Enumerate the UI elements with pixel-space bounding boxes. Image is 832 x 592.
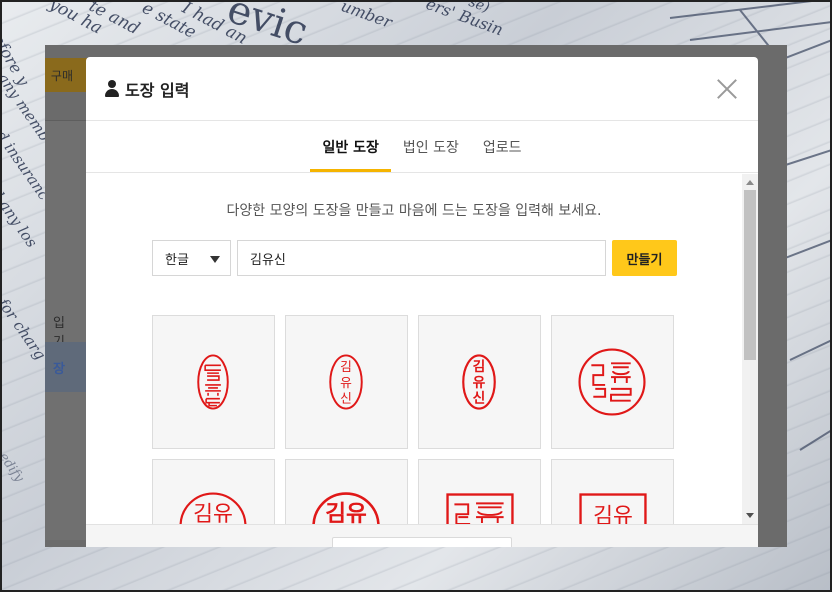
stamp-char: 김	[473, 359, 486, 375]
stamp-option[interactable]: 김 유 신	[418, 315, 541, 449]
description-text: 다양한 모양의 도장을 만들고 마음에 드는 도장을 입력해 보세요.	[226, 203, 602, 219]
make-stamp-button[interactable]: 만들기	[612, 240, 677, 276]
name-input[interactable]	[237, 240, 606, 276]
stamp-round-seal-script	[578, 348, 646, 416]
caret-down-icon	[210, 256, 220, 263]
stamp-oval-vertical: 김 유 신	[329, 354, 363, 410]
stamp-option[interactable]: 김유	[152, 459, 275, 524]
stamp-type-tabs: 일반 도장 법인 도장 업로드	[86, 121, 758, 173]
language-select[interactable]: 한글	[152, 240, 231, 276]
stamp-char: 유	[340, 376, 352, 391]
scroll-up-arrow-icon[interactable]	[746, 180, 754, 185]
buy-button[interactable]: 구매	[45, 58, 87, 92]
tab-corporate-stamp[interactable]: 법인 도장	[391, 137, 471, 172]
stamp-chars: 김유	[593, 504, 633, 524]
stamp-option[interactable]: 김 유 신	[285, 315, 408, 449]
stamp-square-seal-script	[446, 493, 514, 524]
tab-upload[interactable]: 업로드	[471, 137, 534, 172]
modal-content: 다양한 모양의 도장을 만들고 마음에 드는 도장을 입력해 보세요. 한글 만…	[86, 174, 742, 524]
sidebar-item-active[interactable]: 장	[45, 342, 87, 392]
scroll-down-arrow-icon[interactable]	[746, 513, 754, 518]
stamp-square-gothic: 김유	[579, 493, 647, 524]
stamp-option[interactable]	[418, 459, 541, 524]
vertical-scrollbar[interactable]	[742, 174, 758, 524]
stamp-input-modal: 도장 입력 일반 도장 법인 도장 업로드 다양한 모양의 도장을 만들고 마음…	[86, 57, 758, 547]
stamp-option[interactable]: 김유	[285, 459, 408, 524]
tab-general-stamp[interactable]: 일반 도장	[310, 137, 391, 172]
modal-title: 도장 입력	[125, 80, 190, 100]
stamp-char: 유	[473, 375, 486, 391]
stamp-char: 신	[340, 392, 352, 407]
bg-text: umber	[338, 0, 395, 32]
stamp-chars: 김유	[325, 501, 367, 524]
modal-header: 도장 입력	[86, 57, 758, 121]
modal-footer	[86, 524, 758, 547]
scrollbar-thumb[interactable]	[744, 190, 756, 360]
user-icon	[104, 79, 120, 98]
stamp-chars: 김유	[193, 502, 233, 524]
bg-text: ers' Busin	[423, 0, 506, 40]
language-select-value: 한글	[165, 252, 189, 268]
stamp-round-gothic-bold: 김유	[312, 492, 380, 524]
stamp-round-gothic: 김유	[179, 492, 247, 524]
stamp-option[interactable]: 김유	[551, 459, 674, 524]
stamp-grid: 김 유 신 김 유 신 김유 김유 김유	[152, 315, 674, 524]
stamp-oval-vertical-bold: 김 유 신	[462, 354, 496, 410]
stamp-char: 김	[340, 360, 352, 375]
stamp-option[interactable]	[551, 315, 674, 449]
stamp-oval-seal-script	[197, 354, 229, 410]
stamp-char: 신	[473, 391, 486, 407]
bg-text: s for charg	[0, 285, 50, 364]
close-icon[interactable]	[716, 78, 738, 100]
stamp-form-row: 한글 만들기	[152, 240, 677, 276]
footer-button[interactable]	[332, 537, 512, 547]
stamp-option[interactable]	[152, 315, 275, 449]
bg-text: edify	[0, 450, 27, 486]
